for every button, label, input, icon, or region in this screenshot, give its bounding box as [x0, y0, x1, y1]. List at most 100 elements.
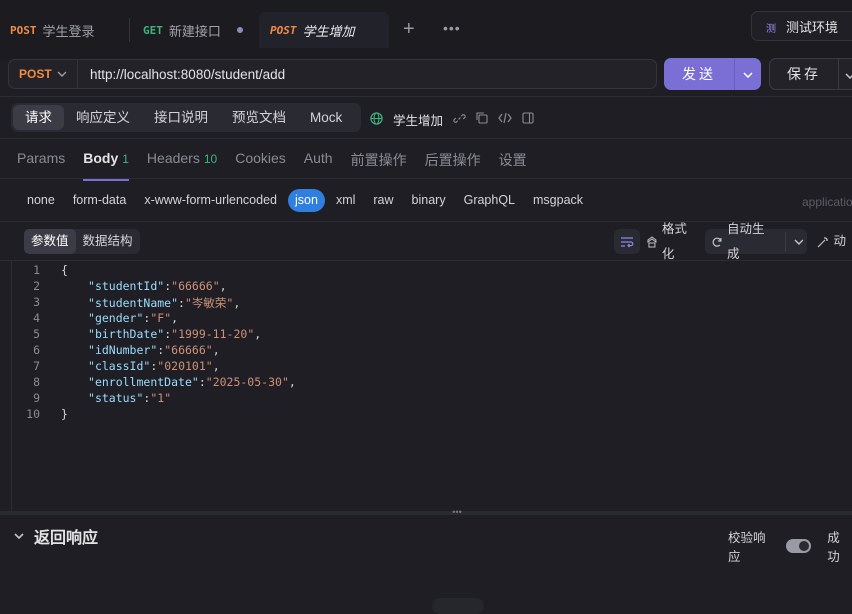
code-line: "studentName":"岑敏荣",	[88, 296, 241, 310]
auto-action-button[interactable]: 动	[811, 229, 852, 254]
divider	[0, 221, 852, 222]
tab-auth[interactable]: Auth	[304, 150, 333, 170]
tab-title: 学生增加	[302, 23, 355, 39]
verify-response: 校验响应 成功	[728, 527, 852, 565]
param-tabs: Params Body 1 Headers 10 Cookies Auth 前置操作…	[17, 150, 527, 181]
tab-post-operations[interactable]: 后置操作	[425, 150, 481, 170]
tab-settings[interactable]: 设置	[499, 150, 527, 170]
wrap-icon	[621, 236, 634, 247]
chevron-down-icon	[14, 533, 24, 539]
view-toggle: 参数值 数据结构	[24, 229, 140, 254]
body-type-json[interactable]: json	[288, 189, 325, 212]
code-line: "birthDate":"1999-11-20",	[88, 327, 262, 341]
environment-label: 测试环境	[786, 19, 839, 35]
ellipsis-icon[interactable]: •••	[443, 20, 461, 36]
json-value: 岑敏荣	[191, 296, 227, 310]
drag-handle-icon[interactable]: •••	[450, 508, 464, 517]
code-line: "status":"1"	[88, 391, 172, 405]
code-brace-close: }	[61, 407, 68, 421]
tab-mock[interactable]: Mock	[298, 105, 354, 130]
verify-label: 校验响应	[728, 531, 766, 564]
body-type-xml[interactable]: xml	[329, 189, 362, 212]
body-type-msgpack[interactable]: msgpack	[526, 189, 590, 212]
tab-body[interactable]: Body 1	[83, 150, 129, 181]
count-badge: 10	[203, 152, 218, 166]
response-title: 返回响应	[34, 530, 99, 547]
response-header[interactable]: 返回响应	[14, 524, 98, 548]
json-key: birthDate	[94, 327, 158, 341]
tab-pre-operations[interactable]: 前置操作	[351, 150, 407, 170]
method-select[interactable]: POST	[8, 59, 78, 89]
panel-splitter[interactable]	[0, 511, 852, 515]
body-type-urlencoded[interactable]: x-www-form-urlencoded	[137, 189, 284, 212]
panel-icon[interactable]	[522, 112, 534, 127]
line-number: 3	[33, 295, 40, 309]
autogen-button[interactable]: 自动生成	[705, 222, 808, 261]
environment-selector[interactable]: 测 测试环境	[751, 11, 852, 41]
tab-student-add[interactable]: POST 学生增加	[259, 12, 389, 48]
line-number: 7	[33, 359, 40, 373]
scroll-handle[interactable]	[432, 598, 484, 614]
json-key: studentId	[94, 279, 158, 293]
verify-toggle[interactable]	[785, 539, 812, 553]
json-value: 020101	[164, 359, 206, 373]
code-line: "idNumber":"66666",	[88, 343, 220, 357]
line-number: 10	[26, 407, 40, 421]
send-button[interactable]: 发送	[664, 58, 761, 90]
line-number: 6	[33, 343, 40, 357]
count-badge: 1	[122, 152, 129, 166]
magic-wand-icon	[818, 236, 829, 247]
tab-divider	[129, 18, 130, 42]
tab-api-description[interactable]: 接口说明	[142, 105, 220, 130]
status-label: 成功	[827, 531, 840, 564]
tab-student-login[interactable]: POST 学生登录	[10, 12, 95, 48]
tab-preview-docs[interactable]: 预览文档	[220, 105, 298, 130]
code-line: "enrollmentDate":"2025-05-30",	[88, 375, 296, 389]
json-value: 66666	[171, 343, 206, 357]
chevron-down-icon[interactable]	[839, 66, 852, 82]
json-value: 66666	[178, 279, 213, 293]
api-name[interactable]: 学生增加	[393, 110, 443, 129]
tab-response-definition[interactable]: 响应定义	[64, 105, 142, 130]
code-line: "classId":"020101",	[88, 359, 220, 373]
copy-icon[interactable]	[476, 112, 488, 127]
tab-bar	[0, 0, 852, 60]
tab-headers[interactable]: Headers 10	[147, 150, 217, 170]
code-icon[interactable]	[498, 112, 512, 127]
tab-title: 学生登录	[42, 23, 95, 39]
tab-request[interactable]: 请求	[13, 105, 64, 130]
method-value: POST	[19, 67, 52, 81]
body-type-form-data[interactable]: form-data	[66, 189, 134, 212]
refresh-icon	[712, 237, 722, 247]
divider	[0, 178, 852, 179]
tab-new-api[interactable]: GET 新建接口	[143, 12, 243, 48]
format-button[interactable]: 格式化	[640, 222, 705, 261]
line-number: 8	[33, 375, 40, 389]
chevron-down-icon	[794, 239, 803, 245]
line-number: 5	[33, 327, 40, 341]
body-type-raw[interactable]: raw	[366, 189, 400, 212]
tab-cookies[interactable]: Cookies	[235, 150, 286, 170]
link-icon[interactable]	[453, 112, 466, 128]
url-input[interactable]: http://localhost:8080/student/add	[78, 59, 657, 89]
send-label: 发送	[682, 66, 716, 82]
content-type-label: applicatio	[802, 195, 852, 209]
method-label: POST	[270, 23, 297, 37]
view-values[interactable]: 参数值	[24, 229, 76, 254]
unsaved-dot-icon	[236, 27, 243, 33]
chevron-down-icon	[57, 71, 67, 77]
autogen-label: 自动生成	[727, 221, 765, 261]
body-type-graphql[interactable]: GraphQL	[457, 189, 522, 212]
chevron-down-icon[interactable]	[735, 67, 761, 81]
json-key: classId	[94, 359, 144, 373]
save-button[interactable]: 保存	[769, 58, 852, 90]
line-number: 4	[33, 311, 40, 325]
body-type-binary[interactable]: binary	[405, 189, 453, 212]
body-type-none[interactable]: none	[20, 189, 62, 212]
plus-icon[interactable]: +	[403, 18, 415, 40]
wrap-lines-button[interactable]	[614, 229, 640, 254]
divider	[0, 138, 852, 139]
view-schema[interactable]: 数据结构	[76, 229, 140, 254]
body-type-selector: none form-data x-www-form-urlencoded jso…	[20, 189, 594, 212]
tab-params[interactable]: Params	[17, 150, 65, 170]
